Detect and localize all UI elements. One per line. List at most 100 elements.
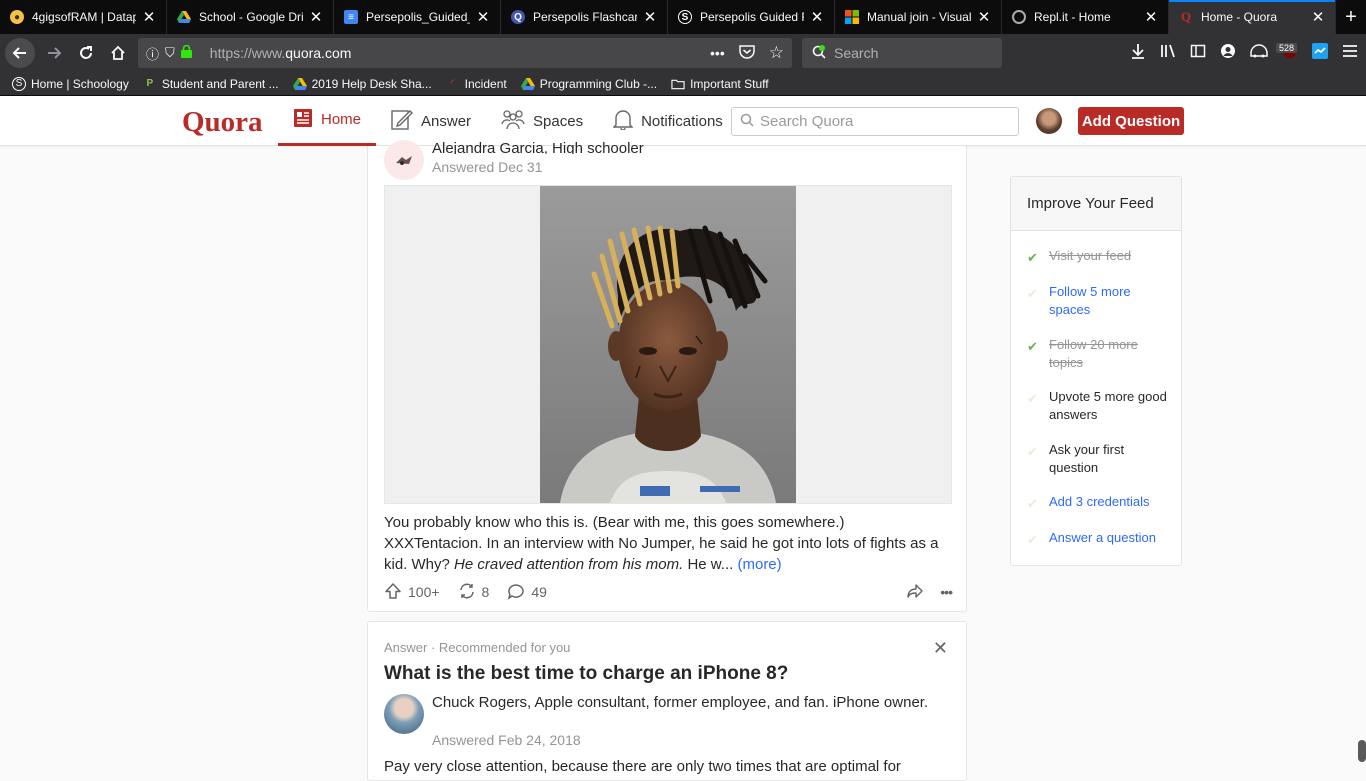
quora-search-input[interactable]: Search Quora [731, 107, 1019, 136]
scrollbar-thumb[interactable] [1358, 740, 1366, 762]
info-icon[interactable]: ⓘ [146, 44, 159, 63]
bookmarks-bar: S Home | Schoology P Student and Parent … [0, 72, 1366, 96]
quora-logo[interactable]: Quora [182, 106, 263, 139]
nav-notifications[interactable]: Notifications [598, 96, 738, 146]
step-follow-spaces[interactable]: ✔ Follow 5 more spaces [1027, 283, 1173, 319]
comment-button[interactable]: 49 [507, 582, 547, 603]
check-icon: ✔ [1027, 339, 1038, 354]
close-tab-icon[interactable]: ✕ [1144, 8, 1158, 26]
bookmark-label: Incident [464, 76, 507, 91]
home-icon[interactable] [102, 37, 134, 69]
url-bar[interactable]: ⓘ ⛉ https://www.quora.com ••• ☆ [138, 38, 792, 68]
google-docs-icon: ≡ [344, 10, 358, 24]
browser-tab[interactable]: Q Persepolis Flashcard ✕ [501, 0, 668, 34]
extension-icon[interactable] [1250, 43, 1268, 63]
comment-count: 49 [531, 584, 547, 600]
bookmark-folder[interactable]: Important Stuff [671, 77, 769, 91]
answer-date[interactable]: Answered Feb 24, 2018 [432, 732, 581, 748]
author-avatar[interactable] [384, 694, 424, 734]
answer-date[interactable]: Answered Dec 31 [432, 159, 543, 175]
close-tab-icon[interactable]: ✕ [643, 8, 657, 26]
browser-tab[interactable]: Repl.it - Home ✕ [1002, 0, 1169, 34]
ublock-badge-count: 528 [1276, 43, 1298, 53]
reload-icon[interactable] [70, 37, 102, 69]
sidebar-icon[interactable] [1190, 43, 1206, 64]
tab-title: School - Google Driv [199, 10, 303, 24]
bookmark-item[interactable]: S Home | Schoology [12, 76, 129, 91]
step-answer-question[interactable]: ✔ Answer a question [1027, 529, 1173, 547]
close-tab-icon[interactable]: ✕ [810, 8, 824, 26]
quora-nav: Home Answer Spaces Notifications [278, 96, 738, 146]
nav-spaces[interactable]: Spaces [486, 96, 598, 146]
new-tab-icon[interactable]: + [1336, 0, 1366, 34]
user-avatar[interactable] [1036, 108, 1062, 134]
close-tab-icon[interactable]: ✕ [309, 8, 323, 26]
upvote-button[interactable]: 100+ [384, 582, 440, 603]
browser-tab-active[interactable]: Q Home - Quora ✕ [1169, 0, 1336, 34]
author-name[interactable]: Alejandra Garcia, High schooler [432, 140, 644, 154]
answer-image-frame[interactable] [384, 185, 952, 504]
bookmark-item[interactable]: ◜ Incident [446, 77, 507, 91]
add-question-button[interactable]: Add Question [1078, 107, 1184, 135]
recommendation-label: Answer · Recommended for you [384, 640, 571, 655]
browser-search-input[interactable]: Search [802, 38, 1002, 68]
step-label: Answer a question [1049, 530, 1156, 545]
bookmark-label: Home | Schoology [31, 76, 129, 91]
tab-title: Persepolis Guided R [700, 10, 804, 24]
menu-hamburger-icon[interactable] [1342, 44, 1358, 63]
account-icon[interactable] [1220, 43, 1236, 64]
schoology-icon: S [12, 76, 26, 91]
library-icon[interactable] [1160, 43, 1176, 64]
share-arrow-icon[interactable] [906, 582, 924, 603]
author-name[interactable]: Chuck Rogers, Apple consultant, former e… [432, 694, 932, 712]
bookmark-item[interactable]: 2019 Help Desk Sha... [292, 77, 432, 91]
step-label: Upvote 5 more good answers [1049, 389, 1167, 422]
browser-tab[interactable]: Manual join - Visual ✕ [835, 0, 1002, 34]
lock-icon[interactable] [180, 44, 192, 61]
step-upvote: ✔ Upvote 5 more good answers [1027, 388, 1173, 424]
author-avatar[interactable] [384, 140, 424, 180]
back-icon[interactable] [5, 38, 35, 68]
answer-body[interactable]: You probably know who this is. (Bear wit… [384, 512, 944, 575]
page-actions-icon[interactable]: ••• [710, 45, 725, 61]
nav-home[interactable]: Home [278, 96, 377, 146]
close-tab-icon[interactable]: ✕ [1311, 8, 1325, 26]
browser-tab[interactable]: ≡ Persepolis_Guided_F ✕ [334, 0, 501, 34]
browser-tab[interactable]: School - Google Driv ✕ [167, 0, 334, 34]
close-tab-icon[interactable]: ✕ [476, 8, 490, 26]
browser-tab[interactable]: ● 4gigsofRAM | Datap ✕ [0, 0, 167, 34]
download-icon[interactable] [1130, 43, 1146, 64]
answer-snippet[interactable]: Pay very close attention, because there … [384, 758, 901, 775]
close-icon[interactable]: ✕ [933, 638, 948, 659]
step-add-credentials[interactable]: ✔ Add 3 credentials [1027, 493, 1173, 511]
shield-icon[interactable]: ⛉ [165, 45, 175, 61]
question-title[interactable]: What is the best time to charge an iPhon… [384, 663, 788, 685]
bookmark-star-icon[interactable]: ☆ [769, 43, 784, 63]
chrome-owl-icon: ● [10, 10, 24, 24]
share-button[interactable]: 8 [458, 582, 489, 603]
answer-card: Answer · Recommended for you ✕ What is t… [367, 621, 967, 781]
browser-tab[interactable]: S Persepolis Guided R ✕ [668, 0, 835, 34]
nav-answer[interactable]: Answer [376, 96, 486, 146]
forward-icon[interactable] [38, 37, 70, 69]
ublock-icon[interactable]: 528 [1276, 42, 1298, 64]
more-options-icon[interactable]: ••• [940, 584, 953, 600]
bookmark-item[interactable]: P Student and Parent ... [143, 77, 279, 91]
nav-answer-label: Answer [421, 112, 472, 130]
bell-icon [612, 108, 634, 134]
more-link[interactable]: (more) [737, 556, 781, 573]
close-tab-icon[interactable]: ✕ [977, 8, 991, 26]
step-visit-feed: ✔ Visit your feed [1027, 247, 1173, 265]
google-drive-icon [177, 10, 191, 24]
bookmark-item[interactable]: Programming Club -... [520, 77, 657, 91]
step-follow-topics: ✔ Follow 20 more topics [1027, 336, 1173, 372]
close-tab-icon[interactable]: ✕ [142, 8, 156, 26]
bookmark-label: Student and Parent ... [161, 76, 279, 91]
reshare-icon [458, 582, 476, 603]
tab-title: Repl.it - Home [1034, 10, 1111, 24]
browser-toolbar: ⓘ ⛉ https://www.quora.com ••• ☆ Search 5… [0, 34, 1366, 72]
pocket-icon[interactable] [739, 44, 755, 62]
nav-notifications-label: Notifications [641, 112, 723, 130]
search-icon [740, 113, 754, 131]
extension-blue-icon[interactable] [1312, 42, 1328, 64]
